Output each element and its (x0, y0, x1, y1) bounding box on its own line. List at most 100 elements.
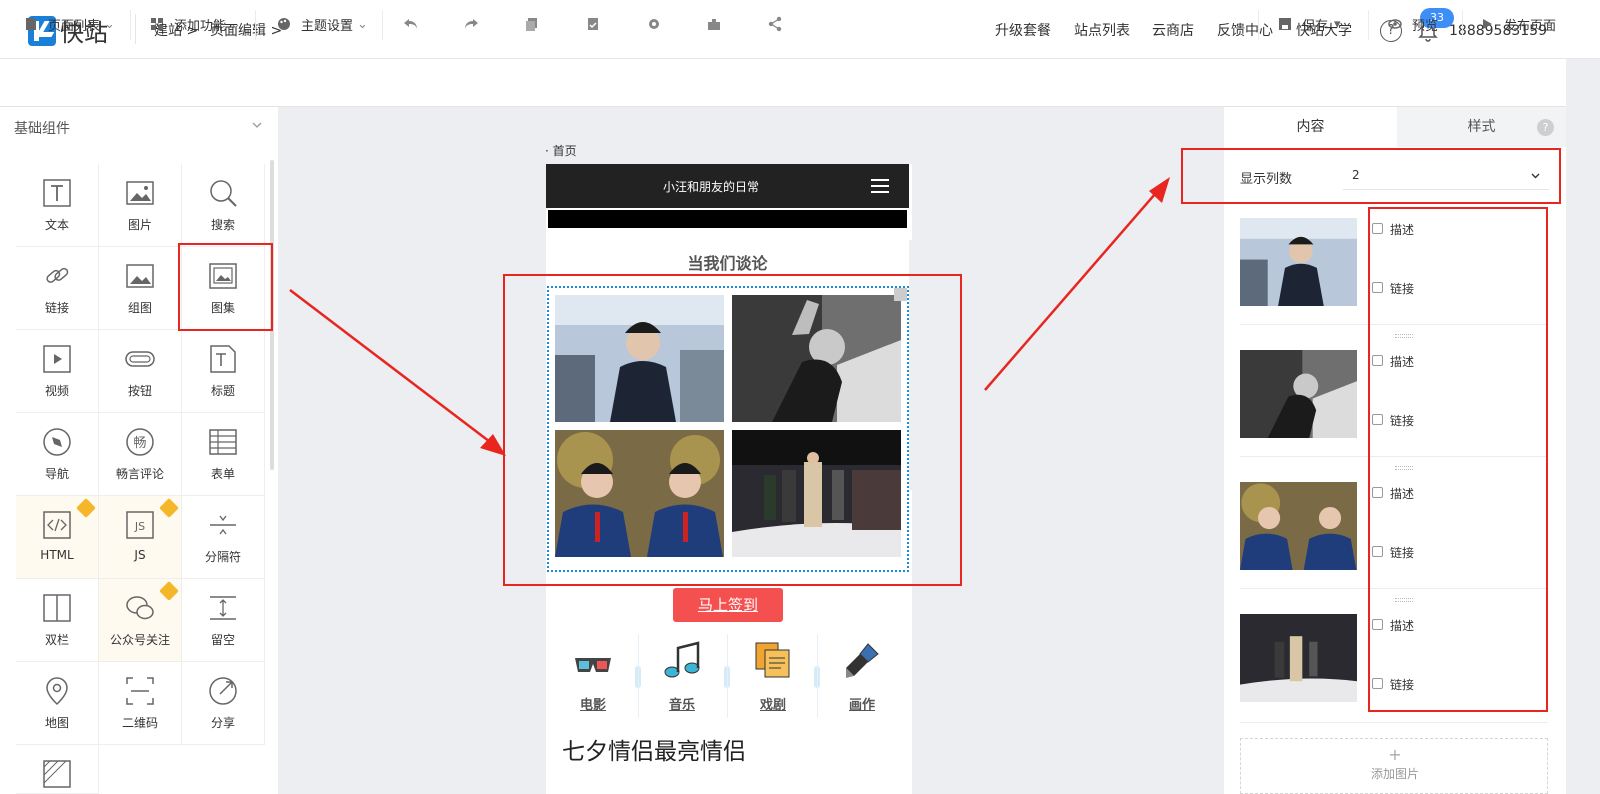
annotation-box-gallery (178, 243, 273, 331)
add-image-button[interactable]: + 添加图片 (1240, 738, 1548, 794)
component-nav[interactable]: 导航 (16, 413, 99, 496)
paste-icon[interactable] (585, 16, 601, 32)
divider (817, 634, 818, 718)
item-thumbnail-4[interactable] (1240, 614, 1357, 702)
divider (1368, 10, 1369, 40)
annotation-box-options (1368, 207, 1548, 712)
annotation-box-preview (503, 274, 962, 586)
link-icon (46, 267, 69, 283)
music-note-icon (664, 641, 700, 678)
component-html[interactable]: HTML (16, 496, 99, 579)
headline-text: 七夕情侣最亮情侣 (562, 739, 746, 765)
theme-button[interactable]: 主题设置 ⌄ (277, 0, 368, 48)
copy-icon[interactable] (524, 16, 540, 32)
component-spacer[interactable]: 留空 (182, 579, 265, 662)
photo-image (1240, 482, 1357, 570)
divider (638, 634, 639, 718)
vip-badge-icon (159, 581, 179, 601)
chevron-down-icon[interactable] (252, 120, 262, 130)
papers-icon (755, 642, 790, 678)
nav-feedback[interactable]: 反馈中心 (1217, 20, 1273, 40)
columns-icon (43, 594, 71, 622)
component-button[interactable]: 按钮 (99, 330, 182, 413)
comment-icon: 畅 (126, 428, 154, 456)
preview-label: 预览 (1412, 18, 1439, 34)
play-icon (1483, 19, 1492, 29)
vip-badge-icon (159, 498, 179, 518)
redo-icon[interactable] (463, 16, 479, 32)
nav-site-list[interactable]: 站点列表 (1074, 20, 1130, 40)
grid-icon (151, 18, 163, 30)
add-image-label: 添加图片 (1370, 767, 1419, 781)
save-button[interactable]: 保存 ▾ (1278, 0, 1341, 48)
component-video[interactable]: 视频 (16, 330, 99, 413)
divider (255, 10, 256, 40)
component-wechat-follow[interactable]: 公众号关注 (99, 579, 182, 662)
page-list-label: 页面列表 (48, 18, 101, 34)
svg-text:JS: JS (134, 520, 145, 533)
paintbrush-icon (846, 643, 879, 678)
plugin-icon[interactable] (706, 16, 722, 32)
add-feature-button[interactable]: 添加功能 ⌄ (150, 0, 241, 48)
compass-icon (43, 428, 71, 456)
component-map[interactable]: 地图 (16, 662, 99, 745)
divider (1240, 722, 1548, 723)
item-thumbnail-3[interactable] (1240, 482, 1357, 570)
menu-icon[interactable] (871, 179, 889, 193)
code-icon (43, 511, 71, 539)
save-icon (1279, 18, 1291, 30)
form-icon (209, 429, 237, 455)
component-js[interactable]: JS JS (99, 496, 182, 579)
divider (135, 14, 136, 44)
js-icon: JS (126, 511, 154, 539)
component-text[interactable]: 文本 (16, 164, 99, 247)
photo-image (1240, 614, 1357, 702)
divider (727, 634, 728, 718)
theme-label: 主题设置 (301, 18, 354, 34)
component-image[interactable]: 图片 (99, 164, 182, 247)
tab-content[interactable]: 内容 (1224, 107, 1397, 147)
search-icon (210, 180, 237, 207)
phone-header: 小汪和朋友的日常 (546, 164, 909, 208)
item-thumbnail-1[interactable] (1240, 218, 1357, 306)
help-icon[interactable]: ? (1537, 119, 1554, 136)
component-link[interactable]: 链接 (16, 247, 99, 330)
sign-in-button[interactable]: 马上签到 (673, 588, 783, 622)
pattern-icon (43, 760, 71, 788)
component-heading[interactable]: 标题 (182, 330, 265, 413)
page-label: · 首页 (545, 144, 577, 158)
palette-icon (278, 18, 290, 30)
component-more[interactable] (16, 745, 99, 794)
gear-icon[interactable] (646, 16, 662, 32)
publish-label: 发布页面 (1504, 18, 1557, 34)
component-qrcode[interactable]: 二维码 (99, 662, 182, 745)
image-icon (126, 181, 154, 205)
item-thumbnail-2[interactable] (1240, 350, 1357, 438)
component-search[interactable]: 搜索 (182, 164, 265, 247)
component-comments[interactable]: 畅畅言评论 (99, 413, 182, 496)
preview-button[interactable]: 预览 (1388, 0, 1438, 48)
divider-icon (210, 515, 236, 535)
component-divider[interactable]: 分隔符 (182, 496, 265, 579)
nav-cloud-store[interactable]: 云商店 (1152, 20, 1194, 40)
component-form[interactable]: 表单 (182, 413, 265, 496)
divider (1258, 10, 1259, 40)
undo-icon[interactable] (403, 16, 419, 32)
button-icon (125, 351, 155, 367)
component-two-column[interactable]: 双栏 (16, 579, 99, 662)
publish-button[interactable]: 发布页面 (1480, 0, 1556, 48)
eye-icon (1388, 19, 1402, 29)
video-icon (43, 345, 71, 373)
heading-icon (210, 345, 236, 373)
site-title: 小汪和朋友的日常 (662, 180, 759, 194)
share-icon[interactable] (767, 16, 783, 32)
component-image-group[interactable]: 组图 (99, 247, 182, 330)
divider (1462, 10, 1463, 40)
component-share[interactable]: 分享 (182, 662, 265, 745)
wechat-icon (126, 596, 154, 620)
nav-upgrade[interactable]: 升级套餐 (995, 20, 1051, 40)
page-list-button[interactable]: 页面列表 ⌄ (24, 0, 115, 48)
plus-icon: + (1388, 745, 1402, 764)
page-icon (26, 18, 36, 30)
save-label: 保存 (1302, 18, 1329, 34)
